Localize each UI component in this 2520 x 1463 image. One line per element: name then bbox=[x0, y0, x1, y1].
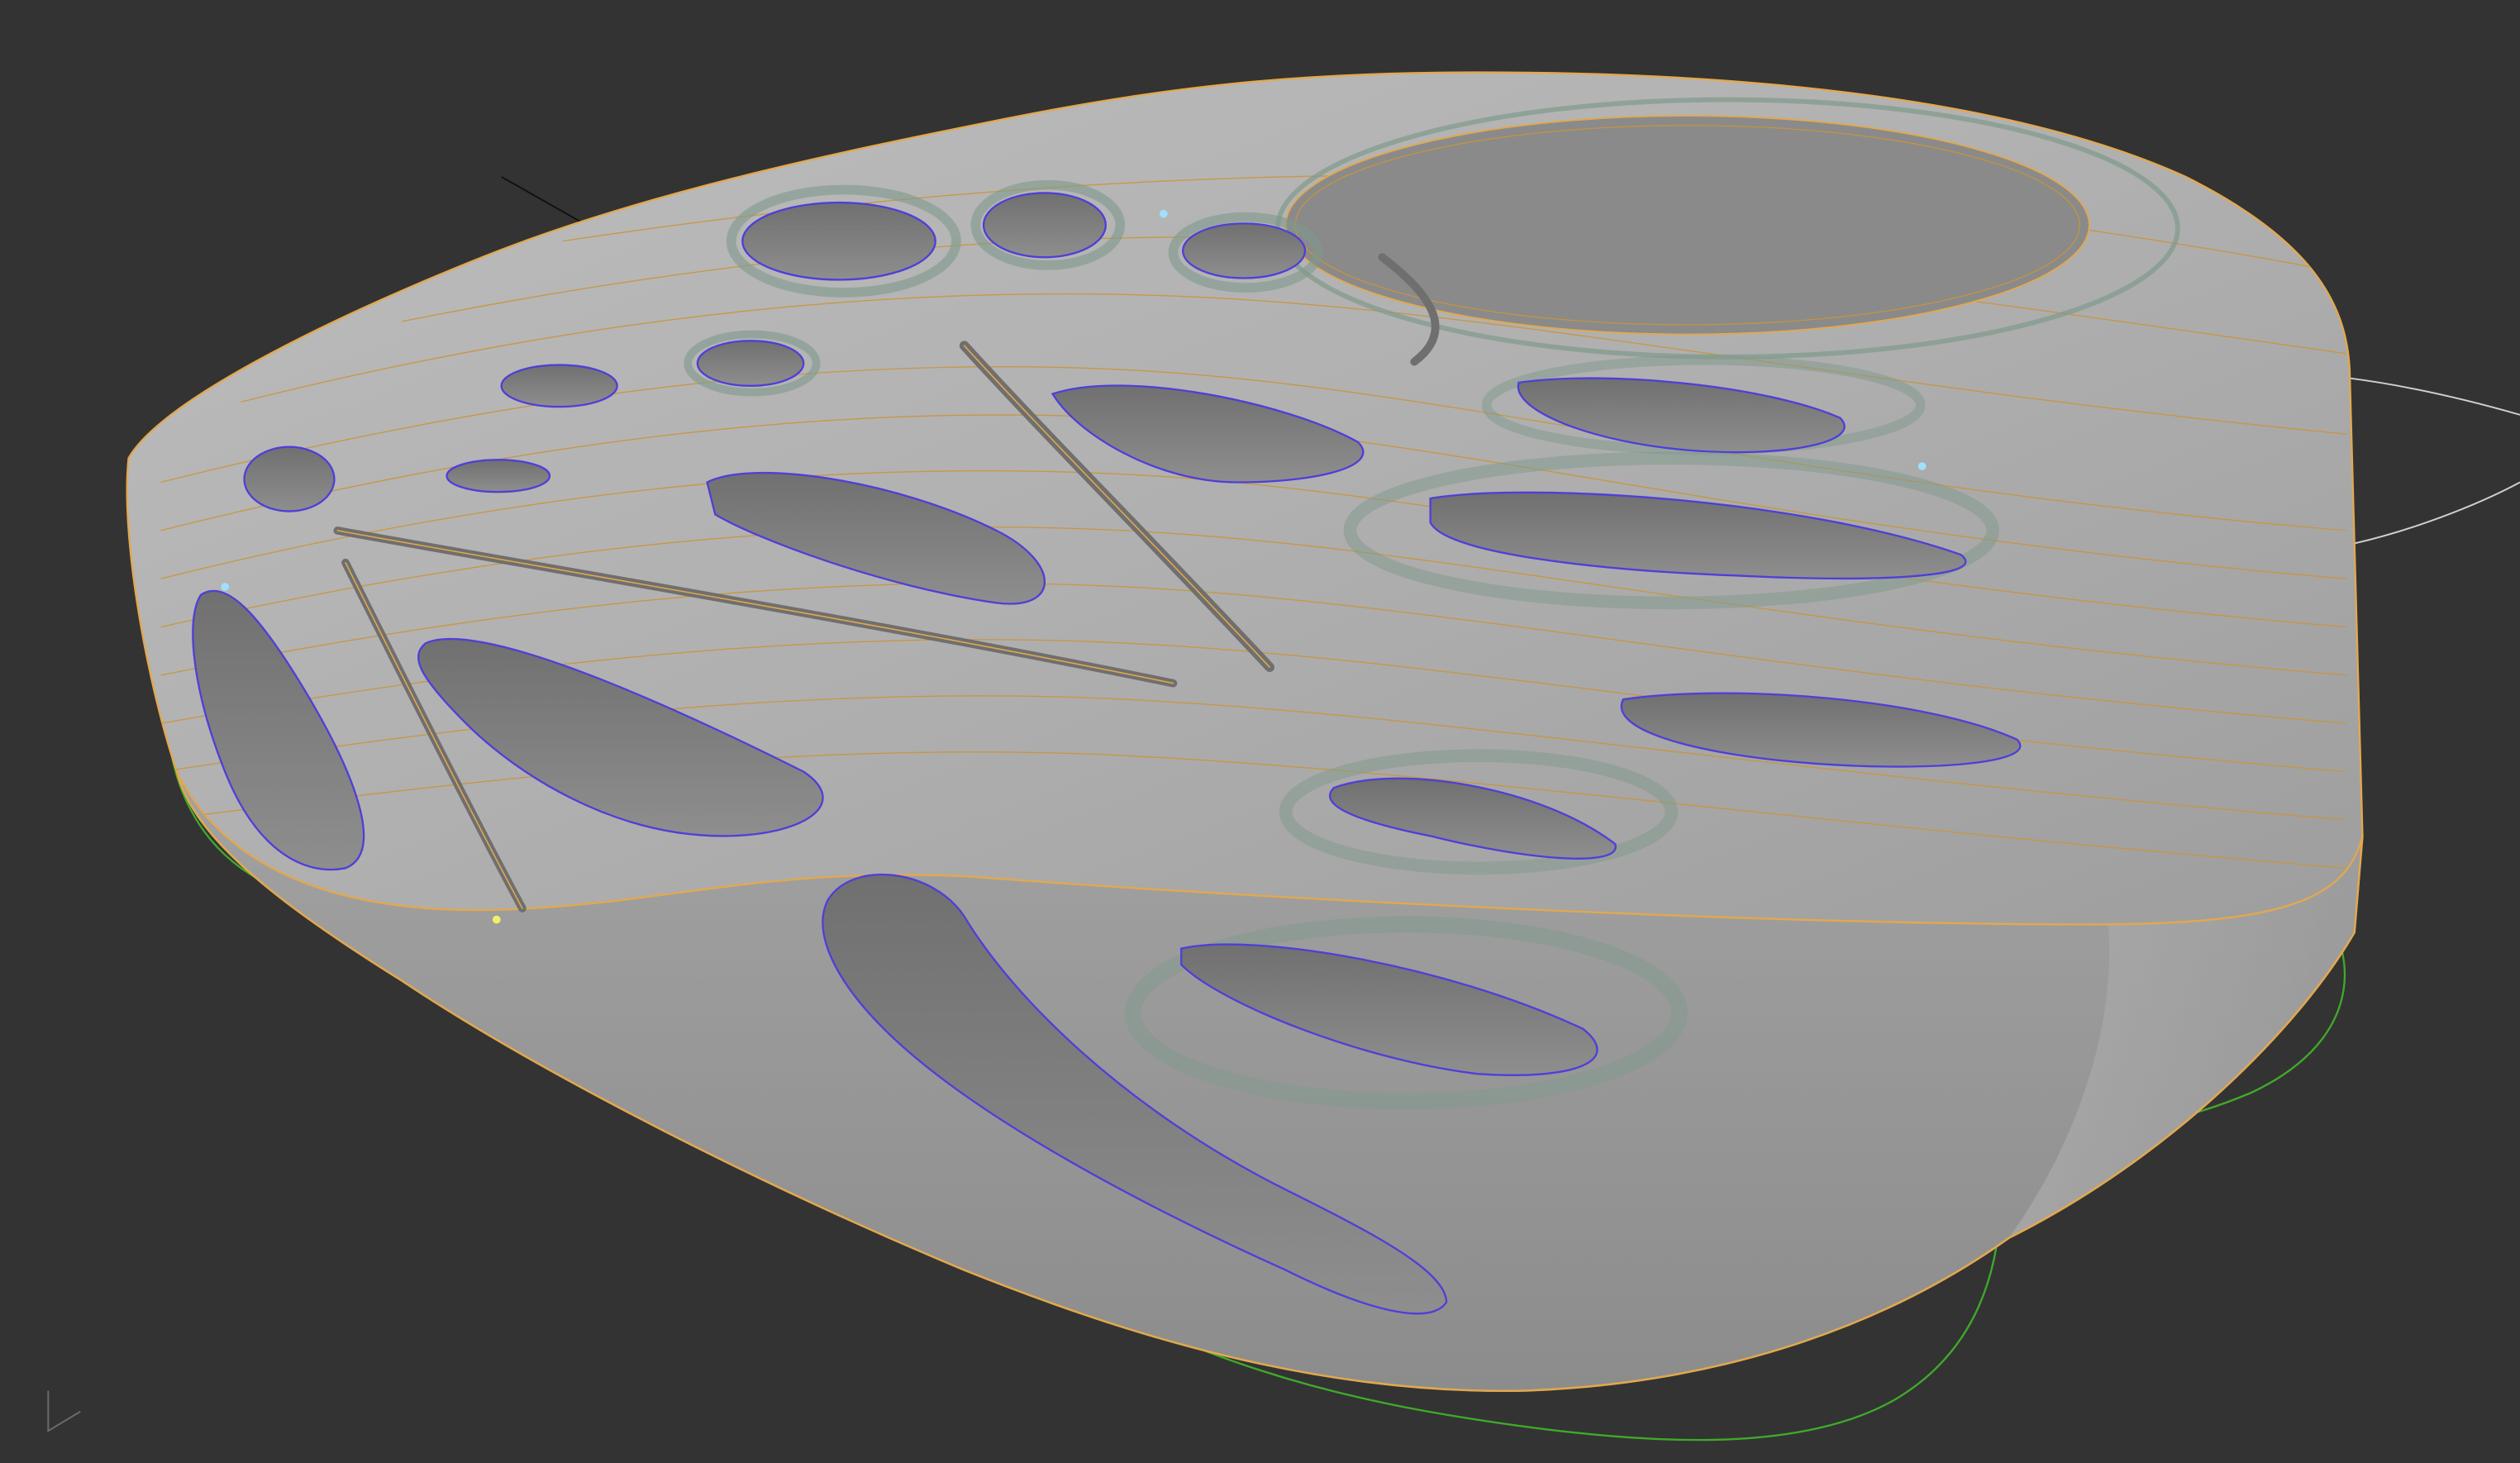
pocket bbox=[445, 459, 551, 493]
scene-canvas[interactable] bbox=[0, 0, 2520, 1463]
3d-viewport[interactable] bbox=[0, 0, 2520, 1463]
pocket bbox=[970, 179, 1126, 270]
pocket bbox=[726, 184, 961, 298]
pocket bbox=[684, 330, 821, 397]
pocket bbox=[500, 364, 618, 408]
pocket bbox=[1168, 212, 1323, 293]
large-shallow-pocket bbox=[1274, 97, 2180, 360]
pocket bbox=[243, 446, 336, 512]
